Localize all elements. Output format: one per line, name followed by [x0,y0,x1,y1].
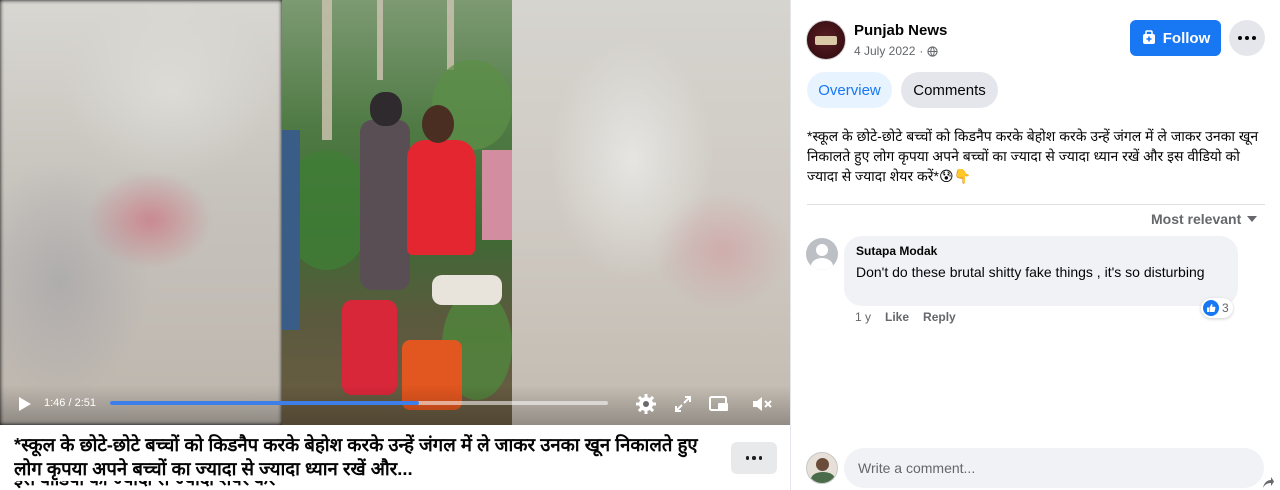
person-head [370,92,402,126]
post-sidebar: Punjab News 4 July 2022 · Follow Overvie… [790,0,1280,490]
follow-page-icon [1142,30,1155,44]
divider [807,204,1265,205]
like-icon [1203,300,1219,316]
person-figure [282,130,300,330]
post-more-button[interactable] [1229,20,1265,56]
avatar-silhouette-body [811,258,833,270]
person-figure [482,150,512,240]
person-figure [360,120,410,290]
more-dot [1251,36,1256,40]
current-user-avatar[interactable] [806,452,838,484]
tree-trunk [322,0,332,140]
video-time: 1:46 / 2:51 [44,397,96,409]
commenter-avatar[interactable] [806,238,838,270]
globe-icon [927,45,939,57]
chevron-down-icon [1247,216,1258,222]
avatar-silhouette-head [816,244,828,256]
picture-in-picture-icon[interactable] [707,392,731,416]
post-meta: 4 July 2022 · [854,44,939,58]
video-caption-next-line: इस वीडियो को ज्यादा से ज्यादा शेयर करें* [14,481,714,490]
tab-comments[interactable]: Comments [901,72,998,108]
comment-reply-link[interactable]: Reply [923,310,956,324]
gear-icon[interactable] [634,392,658,416]
tab-overview[interactable]: Overview [807,72,892,108]
expand-icon[interactable] [671,392,695,416]
comment-input[interactable] [844,448,1264,488]
more-dot [752,456,756,460]
play-icon[interactable] [14,394,34,414]
post-text: *स्कूल के छोटे-छोटे बच्चों को किडनैप करक… [807,128,1259,184]
comment-age: 1 y [855,310,872,324]
comment-bubble: Sutapa Modak Don't do these brutal shitt… [844,236,1238,306]
comment-like-link[interactable]: Like [885,310,909,324]
follow-button-label: Follow [1162,29,1211,47]
video-blur-right [512,0,790,425]
person-figure [407,140,475,255]
facebook-video-viewer: 1:46 / 2:51 *स्कूल के छोटे-छोटे बच्चों क… [0,0,1280,490]
more-dot [745,456,750,460]
comment-reactions[interactable]: 3 [1201,298,1233,318]
video-blur-left [0,0,282,425]
reaction-count: 3 [1222,301,1229,315]
more-dot [1238,36,1243,40]
school-bag [342,300,397,395]
comment-author[interactable]: Sutapa Modak [856,244,1226,258]
avatar-body [811,472,835,483]
comment-actions: 1 y Like Reply [855,310,956,324]
page-logo-mark [815,35,837,45]
more-dot [1245,36,1249,40]
caption-more-button[interactable] [731,442,777,474]
video-caption-overflow: इस वीडियो को ज्यादा से ज्यादा शेयर करें* [14,481,714,490]
tree-trunk [447,0,454,70]
video-player[interactable]: 1:46 / 2:51 [0,0,790,425]
video-progress-bar[interactable] [110,401,608,405]
video-controls: 1:46 / 2:51 [0,385,790,425]
more-dot [758,456,763,460]
video-caption: *स्कूल के छोटे-छोटे बच्चों को किडनैप करक… [14,434,698,479]
meta-separator: · [919,44,924,58]
share-icon[interactable] [1261,476,1275,490]
bag [432,275,502,305]
video-progress-fill [110,401,419,405]
post-date[interactable]: 4 July 2022 [854,44,915,58]
follow-button[interactable]: Follow [1130,20,1221,56]
page-name[interactable]: Punjab News [854,22,947,39]
video-frame [282,0,512,425]
comment-text: Don't do these brutal shitty fake things… [856,264,1205,280]
tree-trunk [377,0,383,80]
comment-sort-dropdown[interactable]: Most relevant [1151,211,1258,227]
sort-label: Most relevant [1151,211,1242,227]
page-avatar[interactable] [806,20,846,60]
person-head [422,105,454,143]
avatar-head [816,458,829,471]
volume-muted-icon[interactable] [750,392,774,416]
